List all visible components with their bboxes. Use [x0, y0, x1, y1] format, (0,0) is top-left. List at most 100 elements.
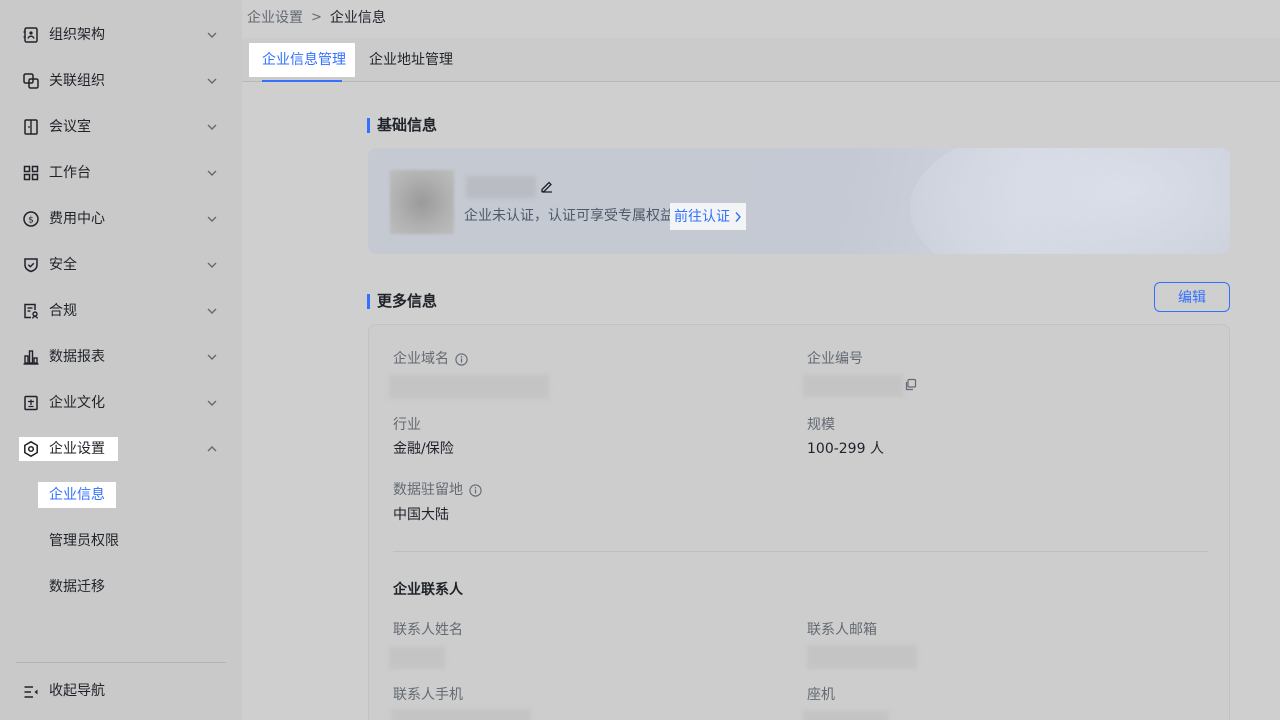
field-label-contact-email: 联系人邮箱: [807, 620, 877, 640]
certification-status-text: 企业未认证，认证可享受专属权益: [464, 208, 674, 224]
section-title-basic-info: 基础信息: [367, 114, 438, 136]
field-label-text: 联系人邮箱: [807, 622, 877, 638]
field-label-text: 企业域名: [393, 351, 449, 367]
sidebar-item-billing[interactable]: $ 费用中心: [0, 196, 242, 242]
sidebar-item-compliance[interactable]: 合规: [0, 288, 242, 334]
sidebar-item-culture[interactable]: 企业文化: [0, 380, 242, 426]
chevron-down-icon: [207, 262, 217, 268]
sidebar-item-label: 关联组织: [49, 73, 105, 89]
industry-value: 金融/保险: [393, 441, 454, 457]
contact-email-redacted: [807, 645, 917, 669]
field-label-text: 座机: [807, 687, 835, 703]
breadcrumb: 企业设置 > 企业信息: [247, 8, 386, 28]
sidebar-subitem-data-migration[interactable]: 数据迁移: [0, 564, 242, 610]
section-accent-bar: [367, 294, 370, 309]
scale-value: 100-299 人: [807, 441, 884, 457]
field-label-text: 数据驻留地: [393, 482, 463, 498]
sidebar-subitem-label: 数据迁移: [49, 579, 105, 595]
info-icon[interactable]: [455, 352, 468, 366]
field-label-text: 规模: [807, 417, 835, 433]
breadcrumb-parent[interactable]: 企业设置: [247, 8, 303, 28]
sidebar-item-linked-org[interactable]: 关联组织: [0, 58, 242, 104]
tab-label: 企业信息管理: [262, 52, 346, 68]
enterprise-name-redacted: [466, 176, 536, 198]
sidebar-subitem-admin-permissions[interactable]: 管理员权限: [0, 518, 242, 564]
sidebar-item-enterprise-settings[interactable]: 企业设置: [0, 426, 242, 472]
field-label-enterprise-id: 企业编号: [807, 349, 863, 369]
chevron-down-icon: [207, 78, 217, 84]
section-title-text: 更多信息: [377, 292, 438, 310]
field-label-scale: 规模: [807, 415, 835, 435]
main-content: 企业设置 > 企业信息 企业信息管理 企业地址管理 基础信息 企业未认证，认证可…: [242, 0, 1280, 720]
field-label-landline: 座机: [807, 685, 835, 705]
field-label-domain: 企业域名: [393, 349, 468, 369]
info-icon[interactable]: [469, 483, 482, 497]
tab-label: 企业地址管理: [369, 52, 453, 68]
section-divider: [393, 551, 1208, 552]
edit-pencil-icon[interactable]: [540, 179, 554, 193]
enterprise-logo: [390, 170, 454, 234]
sidebar-subitem-enterprise-info[interactable]: 企业信息: [0, 472, 242, 518]
field-label-contact-name: 联系人姓名: [393, 620, 463, 640]
domain-value-redacted: [389, 375, 549, 399]
breadcrumb-current: 企业信息: [329, 10, 386, 26]
field-label-text: 联系人手机: [393, 687, 463, 703]
svg-text:$: $: [28, 216, 34, 226]
field-label-text: 行业: [393, 417, 421, 433]
enterprise-id-redacted: [803, 375, 903, 397]
billing-icon: $: [23, 211, 39, 227]
sidebar-divider: [16, 662, 226, 663]
sidebar-item-label: 数据报表: [49, 349, 105, 365]
chevron-down-icon: [207, 170, 217, 176]
sidebar-item-label: 会议室: [49, 119, 91, 135]
sidebar-item-workplace[interactable]: 工作台: [0, 150, 242, 196]
field-label-text: 联系人姓名: [393, 622, 463, 638]
workplace-icon: [23, 165, 39, 181]
contact-heading: 企业联系人: [393, 582, 463, 598]
tab-enterprise-address-management[interactable]: 企业地址管理: [369, 38, 453, 82]
sidebar: 组织架构 关联组织 会议室 工作台 $ 费用中心 安全 合规 数据报表 企业文化…: [0, 0, 242, 720]
collapse-nav-label: 收起导航: [49, 683, 105, 699]
chevron-down-icon: [207, 32, 217, 38]
section-title-more-info: 更多信息: [367, 290, 438, 312]
compliance-icon: [24, 303, 39, 319]
sidebar-item-label: 工作台: [49, 165, 91, 181]
sidebar-item-label: 企业文化: [49, 395, 105, 411]
more-info-card: 企业域名 企业编号 行业 金融/保险 规模 100-299 人 数据驻留地 中国…: [368, 324, 1230, 720]
contact-name-redacted: [389, 647, 445, 669]
card-decoration: [910, 148, 1230, 254]
section-title-text: 基础信息: [377, 116, 438, 134]
sidebar-item-label: 安全: [49, 257, 77, 273]
sidebar-subitem-label: 企业信息: [49, 487, 105, 503]
contact-phone-redacted: [391, 709, 531, 720]
sidebar-item-label: 组织架构: [49, 27, 105, 43]
sidebar-item-security[interactable]: 安全: [0, 242, 242, 288]
sidebar-item-label: 费用中心: [49, 211, 105, 227]
linked-org-icon: [23, 73, 39, 89]
sidebar-item-org-structure[interactable]: 组织架构: [0, 12, 242, 58]
culture-icon: [24, 395, 38, 411]
copy-icon[interactable]: [904, 378, 917, 391]
org-chart-icon: [23, 27, 38, 43]
chevron-up-icon: [207, 446, 217, 452]
field-label-contact-phone: 联系人手机: [393, 685, 463, 705]
tab-enterprise-info-management[interactable]: 企业信息管理: [249, 38, 355, 82]
data-residency-value: 中国大陆: [393, 507, 449, 523]
chevron-down-icon: [207, 354, 217, 360]
settings-hex-icon: [24, 440, 38, 458]
meeting-room-icon: [24, 119, 38, 135]
sidebar-item-reports[interactable]: 数据报表: [0, 334, 242, 380]
sidebar-item-label: 合规: [49, 303, 77, 319]
edit-button[interactable]: 编辑: [1154, 282, 1230, 312]
breadcrumb-separator: >: [311, 10, 322, 25]
collapse-nav-icon: [24, 686, 38, 698]
tab-active-underline: [262, 80, 342, 82]
chevron-down-icon: [207, 124, 217, 130]
sidebar-item-meeting-room[interactable]: 会议室: [0, 104, 242, 150]
landline-redacted: [803, 711, 889, 720]
collapse-nav-button[interactable]: 收起导航: [0, 672, 242, 712]
go-certify-link[interactable]: 前往认证: [670, 203, 746, 230]
tab-bar: 企业信息管理 企业地址管理: [242, 38, 1280, 82]
field-label-data-residency: 数据驻留地: [393, 480, 482, 500]
chevron-down-icon: [207, 400, 217, 406]
